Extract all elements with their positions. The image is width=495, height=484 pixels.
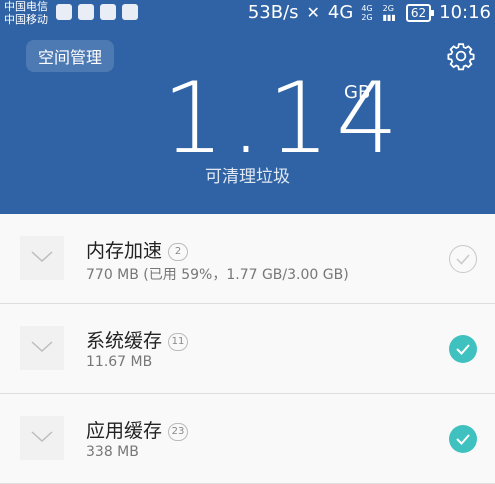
item-title: 系统缓存 11 bbox=[86, 326, 189, 353]
cleanup-list: 内存加速 2 770 MB (已用 59%，1.77 GB/3.00 GB) 系统… bbox=[0, 214, 495, 484]
checkbox[interactable] bbox=[449, 245, 477, 273]
expand-toggle[interactable] bbox=[20, 326, 64, 370]
item-detail: 11.67 MB bbox=[86, 354, 153, 370]
item-detail: 770 MB (已用 59%，1.77 GB/3.00 GB) bbox=[86, 267, 349, 283]
chevron-down-icon bbox=[31, 341, 53, 353]
carrier-2: 中国移动 bbox=[4, 13, 48, 26]
check-icon bbox=[456, 344, 470, 355]
checkbox[interactable] bbox=[449, 335, 477, 363]
clock: 10:16 bbox=[439, 2, 491, 23]
signal-icon: 4G 2G bbox=[361, 3, 373, 22]
space-management-button[interactable]: 空间管理 bbox=[26, 40, 114, 72]
expand-toggle[interactable] bbox=[20, 416, 64, 460]
gallery-icon bbox=[78, 4, 94, 20]
app-icon bbox=[100, 4, 116, 20]
expand-toggle[interactable] bbox=[20, 236, 64, 280]
chevron-down-icon bbox=[31, 431, 53, 443]
battery-icon: 62 bbox=[405, 3, 435, 22]
item-title: 内存加速 2 bbox=[86, 236, 189, 263]
list-item[interactable]: 内存加速 2 770 MB (已用 59%，1.77 GB/3.00 GB) bbox=[0, 214, 495, 304]
network-type: 4G bbox=[327, 2, 354, 23]
check-icon bbox=[455, 254, 470, 265]
header-panel: 中国电信 中国移动 53B/s ✕ 4G 4G 2G 2G ▮▮▮ 62 10:… bbox=[0, 0, 495, 214]
qq-icon bbox=[56, 4, 72, 20]
notification-icons bbox=[56, 4, 138, 20]
junk-label: 可清理垃圾 bbox=[205, 167, 290, 187]
list-item[interactable]: 应用缓存 23 338 MB bbox=[0, 394, 495, 484]
net-speed: 53B/s bbox=[247, 2, 299, 23]
status-bar: 中国电信 中国移动 53B/s ✕ 4G 4G 2G 2G ▮▮▮ 62 10:… bbox=[0, 0, 495, 30]
video-icon bbox=[122, 4, 138, 20]
count-badge: 23 bbox=[168, 422, 189, 441]
chevron-down-icon bbox=[31, 251, 53, 263]
carrier-labels: 中国电信 中国移动 bbox=[4, 0, 48, 26]
gear-icon[interactable] bbox=[446, 41, 476, 71]
checkbox[interactable] bbox=[449, 425, 477, 453]
signal-icon-2: 2G ▮▮▮ bbox=[382, 3, 396, 22]
item-title: 应用缓存 23 bbox=[86, 416, 189, 443]
status-right: 53B/s ✕ 4G 4G 2G 2G ▮▮▮ 62 10:16 bbox=[248, 2, 491, 23]
junk-unit: GB bbox=[344, 82, 371, 103]
count-badge: 11 bbox=[168, 332, 189, 351]
check-icon bbox=[456, 434, 470, 445]
carrier-1: 中国电信 bbox=[4, 0, 48, 13]
count-badge: 2 bbox=[168, 242, 189, 261]
item-detail: 338 MB bbox=[86, 444, 139, 460]
mute-icon: ✕ bbox=[306, 3, 320, 22]
list-item[interactable]: 系统缓存 11 11.67 MB bbox=[0, 304, 495, 394]
